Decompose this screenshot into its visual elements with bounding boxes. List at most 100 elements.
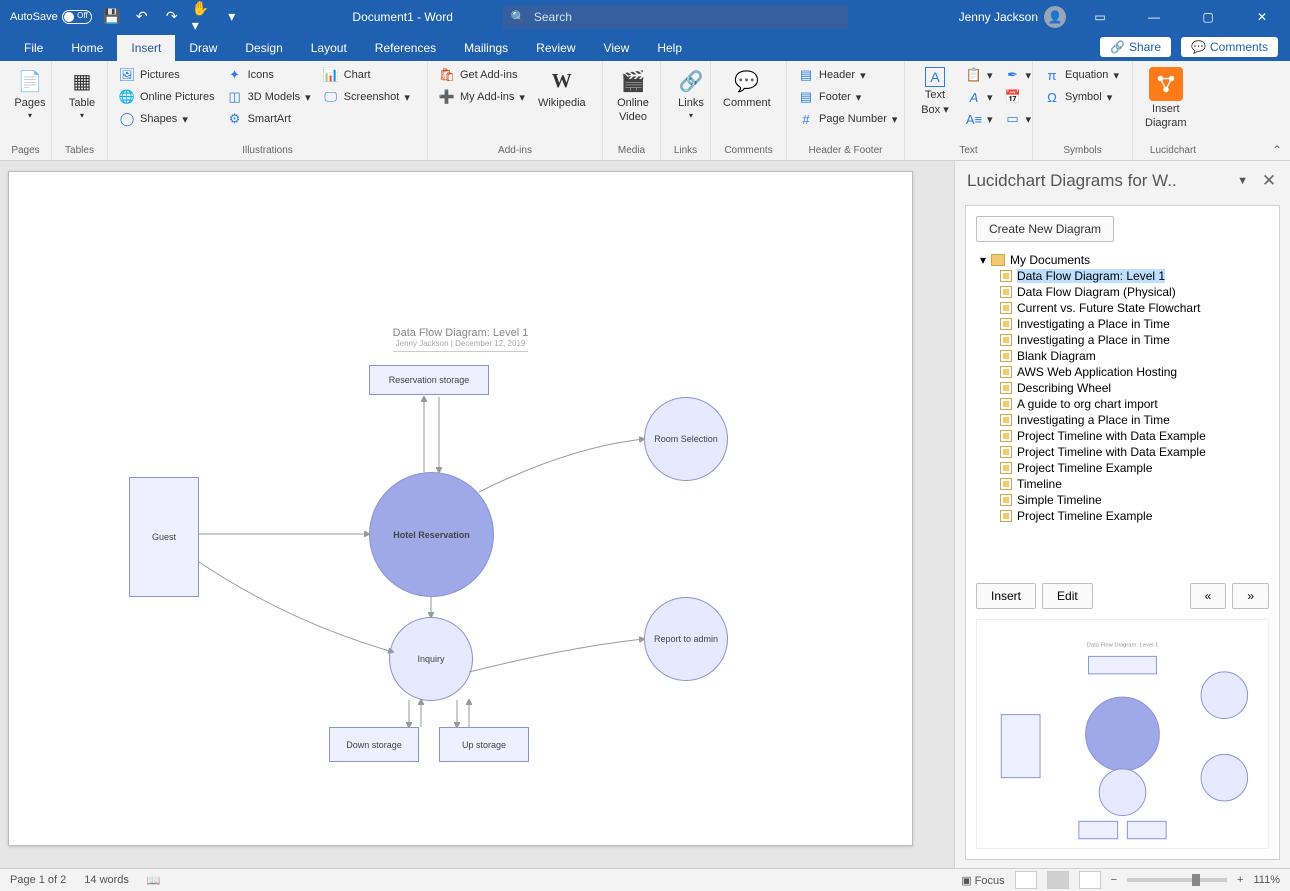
collapse-ribbon-icon[interactable]: ⌃ [1272,143,1282,157]
tree-item[interactable]: Investigating a Place in Time [976,332,1269,348]
tree-item[interactable]: Project Timeline with Data Example [976,444,1269,460]
tab-mailings[interactable]: Mailings [450,35,522,61]
word-count[interactable]: 14 words [84,874,129,886]
comment-button[interactable]: 💬Comment [719,65,775,111]
online-pictures-button[interactable]: 🌐Online Pictures [116,87,218,107]
focus-button[interactable]: ▣ Focus [961,874,1004,887]
get-addins-button[interactable]: 🛍Get Add-ins [436,65,528,85]
zoom-slider[interactable] [1127,878,1227,882]
tree-item[interactable]: Project Timeline Example [976,460,1269,476]
zoom-level[interactable]: 111% [1253,874,1280,886]
textbox-button[interactable]: ATextBox ▾ [913,65,957,118]
read-mode-icon[interactable] [1015,871,1037,889]
tab-review[interactable]: Review [522,35,589,61]
panel-insert-button[interactable]: Insert [976,583,1036,609]
screenshot-button[interactable]: 🖵Screenshot ▾ [320,87,413,107]
tab-home[interactable]: Home [57,35,117,61]
icons-button[interactable]: ✦Icons [224,65,314,85]
touch-mode-icon[interactable]: ✋▾ [192,7,212,27]
minimize-icon[interactable]: — [1134,0,1174,33]
tree-item[interactable]: Investigating a Place in Time [976,412,1269,428]
doc-icon [1000,318,1012,330]
lucidchart-insert-button[interactable]: InsertDiagram [1141,65,1191,131]
tab-file[interactable]: File [10,35,57,61]
search-box[interactable]: 🔍 Search [503,5,848,29]
panel-menu-icon[interactable]: ▼ [1237,175,1248,187]
object-button[interactable]: ▭▾ [1002,109,1035,129]
save-icon[interactable]: 💾 [102,7,122,27]
group-label-headerfooter: Header & Footer [795,143,896,160]
zoom-out-icon[interactable]: − [1111,874,1117,886]
page-indicator[interactable]: Page 1 of 2 [10,874,66,886]
share-button[interactable]: 🔗Share [1100,37,1171,57]
web-layout-icon[interactable] [1079,871,1101,889]
shapes-button[interactable]: ◯Shapes ▾ [116,109,218,129]
autosave-toggle[interactable]: AutoSave Off [10,10,92,24]
panel-prev-button[interactable]: « [1190,583,1227,609]
signature-icon: ✒ [1005,67,1021,83]
tree-item[interactable]: Investigating a Place in Time [976,316,1269,332]
3d-models-button[interactable]: ◫3D Models ▾ [224,87,314,107]
pictures-button[interactable]: 🖼Pictures [116,65,218,85]
equation-button[interactable]: πEquation ▾ [1041,65,1122,85]
tree-item[interactable]: Describing Wheel [976,380,1269,396]
account-button[interactable]: Jenny Jackson 👤 [959,6,1066,28]
panel-edit-button[interactable]: Edit [1042,583,1093,609]
doc-icon [1000,286,1012,298]
close-icon[interactable]: ✕ [1242,0,1282,33]
doc-icon [1000,366,1012,378]
tree-item[interactable]: AWS Web Application Hosting [976,364,1269,380]
my-addins-button[interactable]: ➕My Add-ins ▾ [436,87,528,107]
tab-layout[interactable]: Layout [297,35,361,61]
dropcap-button[interactable]: A≡▾ [963,109,996,129]
footer-button[interactable]: ▤Footer ▾ [795,87,900,107]
user-name: Jenny Jackson [959,10,1038,24]
wordart-button[interactable]: A▾ [963,87,996,107]
page-number-button[interactable]: #Page Number ▾ [795,109,900,129]
panel-close-icon[interactable]: ✕ [1260,172,1278,190]
document-area[interactable]: Data Flow Diagram: Level 1 Jenny Jackson… [0,161,954,868]
document-tree[interactable]: ▾My Documents Data Flow Diagram: Level 1… [976,252,1269,573]
tree-item[interactable]: Timeline [976,476,1269,492]
tab-draw[interactable]: Draw [175,35,231,61]
links-button[interactable]: 🔗Links▾ [669,65,713,122]
maximize-icon[interactable]: ▢ [1188,0,1228,33]
tree-item[interactable]: Current vs. Future State Flowchart [976,300,1269,316]
tree-item[interactable]: Simple Timeline [976,492,1269,508]
zoom-in-icon[interactable]: + [1237,874,1243,886]
online-video-button[interactable]: 🎬OnlineVideo [611,65,655,125]
tree-item[interactable]: Data Flow Diagram: Level 1 [976,268,1269,284]
symbol-button[interactable]: ΩSymbol ▾ [1041,87,1122,107]
expand-icon[interactable]: ▾ [980,253,986,267]
ribbon-display-options-icon[interactable]: ▭ [1080,0,1120,33]
signature-button[interactable]: ✒▾ [1002,65,1035,85]
quickparts-button[interactable]: 📋▾ [963,65,996,85]
table-button[interactable]: ▦Table▾ [60,65,104,122]
tree-item[interactable]: A guide to org chart import [976,396,1269,412]
tree-folder[interactable]: ▾My Documents [976,252,1269,268]
smartart-button[interactable]: ⚙SmartArt [224,109,314,129]
tab-view[interactable]: View [590,35,644,61]
tab-insert[interactable]: Insert [117,35,175,61]
tree-item[interactable]: Project Timeline with Data Example [976,428,1269,444]
header-button[interactable]: ▤Header ▾ [795,65,900,85]
tab-help[interactable]: Help [643,35,696,61]
datetime-button[interactable]: 📅 [1002,87,1035,107]
undo-icon[interactable]: ↶ [132,7,152,27]
tab-references[interactable]: References [361,35,450,61]
tree-item[interactable]: Data Flow Diagram (Physical) [976,284,1269,300]
create-diagram-button[interactable]: Create New Diagram [976,216,1114,242]
comments-button[interactable]: 💬Comments [1181,37,1278,57]
proofing-icon[interactable]: 📖 [147,874,161,887]
tree-item[interactable]: Blank Diagram [976,348,1269,364]
print-layout-icon[interactable] [1047,871,1069,889]
chart-button[interactable]: 📊Chart [320,65,413,85]
tree-item[interactable]: Project Timeline Example [976,508,1269,524]
screenshot-icon: 🖵 [323,89,339,105]
pages-button[interactable]: 📄Pages▾ [8,65,52,122]
tab-design[interactable]: Design [231,35,296,61]
wikipedia-button[interactable]: WWikipedia [534,65,590,111]
qat-customize-icon[interactable]: ▾ [222,7,242,27]
panel-next-button[interactable]: » [1232,583,1269,609]
redo-icon[interactable]: ↷ [162,7,182,27]
